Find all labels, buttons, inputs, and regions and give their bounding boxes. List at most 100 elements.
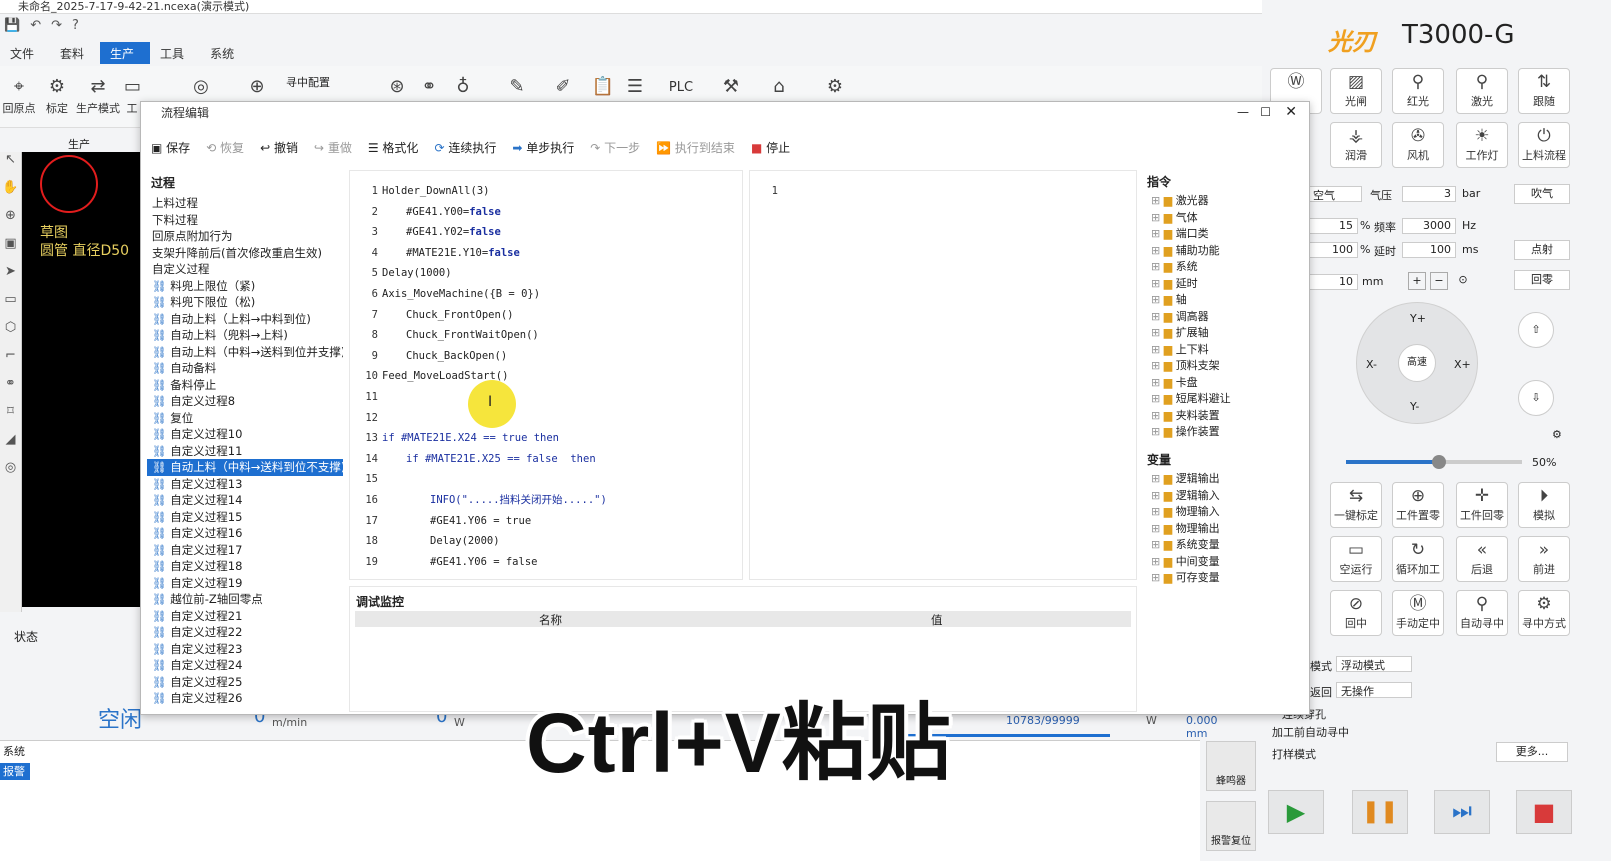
pause-button[interactable]: ❚❚ (1352, 790, 1408, 834)
process-item[interactable]: ⛓ 自定义过程16 (147, 525, 343, 542)
step-minus-button[interactable]: − (1430, 272, 1448, 290)
ribbon-crosshair-button[interactable]: ⊛ (380, 76, 414, 100)
cycle-button[interactable]: ↻ 循环加工 (1392, 536, 1444, 582)
format-button[interactable]: ☰ 格式化 (368, 139, 419, 156)
menu-production[interactable]: 生产 (100, 42, 151, 64)
redo-button[interactable]: ↪ 重做 (314, 139, 352, 156)
process-item[interactable]: ⛓ 自定义过程23 (147, 641, 343, 658)
forward-button[interactable]: » 前进 (1518, 536, 1570, 582)
z-up-button[interactable]: ⇧ (1518, 312, 1554, 348)
process-item[interactable]: ⛓ 自定义过程21 (147, 608, 343, 625)
process-item[interactable]: ⛓ 备料停止 (147, 377, 343, 394)
jog-x-plus[interactable]: X+ (1454, 358, 1471, 371)
tag-icon[interactable]: ⌑ (0, 404, 21, 432)
tree-node[interactable]: ▆ 延时 (1143, 276, 1307, 293)
tree-node[interactable]: ▆ 系统变量 (1143, 537, 1307, 554)
target-icon[interactable]: ⊙ (1454, 272, 1472, 290)
add-icon[interactable]: ⊕ (0, 208, 21, 236)
save-icon[interactable]: 💾 (4, 18, 20, 38)
start-button[interactable]: ▶ (1268, 790, 1324, 834)
resume-button[interactable]: ⏭ (1434, 790, 1490, 834)
tree-node[interactable]: ▆ 物理输出 (1143, 521, 1307, 538)
process-item[interactable]: ⛓ 越位前-Z轴回零点 (147, 591, 343, 608)
production-mode-button[interactable]: ⇄ 生产模式 (76, 76, 120, 116)
shutter-button[interactable]: ▨ 光闸 (1330, 68, 1382, 114)
ribbon-link-button[interactable]: ⚭ (412, 76, 446, 100)
code-editor-secondary[interactable]: 1 (749, 170, 1137, 580)
tree-node[interactable]: ▆ 物理输入 (1143, 504, 1307, 521)
redo-icon[interactable]: ↷ (51, 18, 62, 38)
tab-system[interactable]: 系统 (0, 743, 30, 760)
close-icon[interactable]: ✕ (1285, 104, 1297, 120)
ribbon-toolbox-button[interactable]: ⌂ (762, 76, 796, 100)
return-zero-button[interactable]: 回零 (1514, 270, 1570, 290)
tree-node[interactable]: ▆ 系统 (1143, 259, 1307, 276)
hand-icon[interactable]: ✋ (0, 180, 21, 208)
work-button[interactable]: ▭ 工 (124, 76, 140, 116)
tree-node[interactable]: ▆ 端口类 (1143, 226, 1307, 243)
tree-node[interactable]: ▆ 逻辑输出 (1143, 471, 1307, 488)
work-light-button[interactable]: ☀ 工作灯 (1456, 122, 1508, 168)
sample-mode-checkbox[interactable]: 打样模式 (1272, 746, 1316, 762)
back-button[interactable]: «后退 (1456, 536, 1508, 582)
minimize-icon[interactable]: — (1237, 105, 1249, 119)
menu-nesting[interactable]: 套料 (50, 42, 100, 64)
chain-icon[interactable]: ⚭ (0, 376, 21, 404)
tree-node[interactable]: ▆ 中间变量 (1143, 554, 1307, 571)
cube-icon[interactable]: ⬡ (0, 320, 21, 348)
return-select[interactable]: 无操作 (1336, 682, 1412, 698)
menu-file[interactable]: 文件 (0, 42, 50, 64)
process-item[interactable]: ⛓ 自动备料 (147, 360, 343, 377)
select-icon[interactable]: ➤ (0, 264, 21, 292)
plc-button[interactable]: PLC (664, 80, 698, 95)
ribbon-settings-button[interactable]: ⚙ (818, 76, 852, 100)
jog-high-speed[interactable]: 高速 (1398, 344, 1436, 382)
mode-select[interactable]: 浮动模式 (1336, 656, 1412, 672)
rect-icon[interactable]: ▭ (0, 292, 21, 320)
buzzer-button[interactable]: 蜂鸣器 (1206, 741, 1256, 791)
undo-icon[interactable]: ↶ (30, 18, 41, 38)
tree-node[interactable]: ▆ 辅助功能 (1143, 243, 1307, 260)
stop-button[interactable]: ■ (1516, 790, 1572, 834)
center-button[interactable]: ⊘ 回中 (1330, 590, 1382, 636)
run-continuous-button[interactable]: ⟳ 连续执行 (434, 139, 496, 156)
find-center-config[interactable]: 寻中配置 (286, 74, 330, 90)
auto-center-button[interactable]: ⚲ 自动寻中 (1456, 590, 1508, 636)
ribbon-pen-button[interactable]: ✐ (546, 76, 580, 100)
process-item[interactable]: 上料过程 (147, 195, 343, 212)
stop-run-button[interactable]: ■ 停止 (751, 139, 790, 156)
code-editor[interactable]: 1 Holder_DownAll(3) 2 #GE41.Y00=false 3 #GE41… (349, 170, 743, 580)
more-button[interactable]: 更多... (1496, 742, 1568, 762)
jog-y-minus[interactable]: Y- (1410, 400, 1419, 413)
process-item[interactable]: ⛓ 自定义过程26 (147, 690, 343, 707)
calibrate-button[interactable]: ⚙ 标定 (40, 76, 74, 116)
ribbon-tool-button[interactable]: ✎ (500, 76, 534, 100)
pulse-button[interactable]: 点射 (1514, 240, 1570, 260)
process-item[interactable]: ⛓ 自定义过程11 (147, 443, 343, 460)
menu-tools[interactable]: 工具 (150, 42, 200, 64)
step-input[interactable]: 10 (1308, 274, 1358, 290)
home-button[interactable]: ⌖ 回原点 (2, 76, 36, 116)
tree-node[interactable]: ▆ 夹料装置 (1143, 408, 1307, 425)
next-step-button[interactable]: ↷ 下一步 (590, 139, 640, 156)
tree-node[interactable]: ▆ 短尾料避让 (1143, 391, 1307, 408)
process-item[interactable]: ⛓ 自定义过程13 (147, 476, 343, 493)
undo-button[interactable]: ↩ 撤销 (260, 139, 298, 156)
help-icon[interactable]: ? (72, 18, 79, 38)
process-item[interactable]: ⛓ 复位 (147, 410, 343, 427)
process-item[interactable]: ⛓ 自动上料（中料→送料到位不支撑) (147, 459, 343, 476)
z-down-button[interactable]: ⇩ (1518, 380, 1554, 416)
ribbon-list-button[interactable]: ☰ (618, 76, 652, 100)
tab-alarm[interactable]: 报警 (0, 763, 30, 780)
process-item[interactable]: ⛓ 自定义过程19 (147, 575, 343, 592)
one-key-calibrate-button[interactable]: ⇆ 一键标定 (1330, 482, 1382, 528)
fit-icon[interactable]: ▣ (0, 236, 21, 264)
delay-input[interactable]: 100 (1402, 242, 1456, 258)
pointer-icon[interactable]: ↖ (0, 152, 21, 180)
restore-button[interactable]: ⟲ 恢复 (206, 139, 244, 156)
load-flow-button[interactable]: ⏻ 上料流程 (1518, 122, 1570, 168)
workpiece-home-button[interactable]: ✛ 工件回零 (1456, 482, 1508, 528)
alarm-reset-button[interactable]: 报警复位 (1206, 801, 1256, 851)
drawing-canvas[interactable] (22, 152, 140, 607)
tree-node[interactable]: ▆ 上下料 (1143, 342, 1307, 359)
